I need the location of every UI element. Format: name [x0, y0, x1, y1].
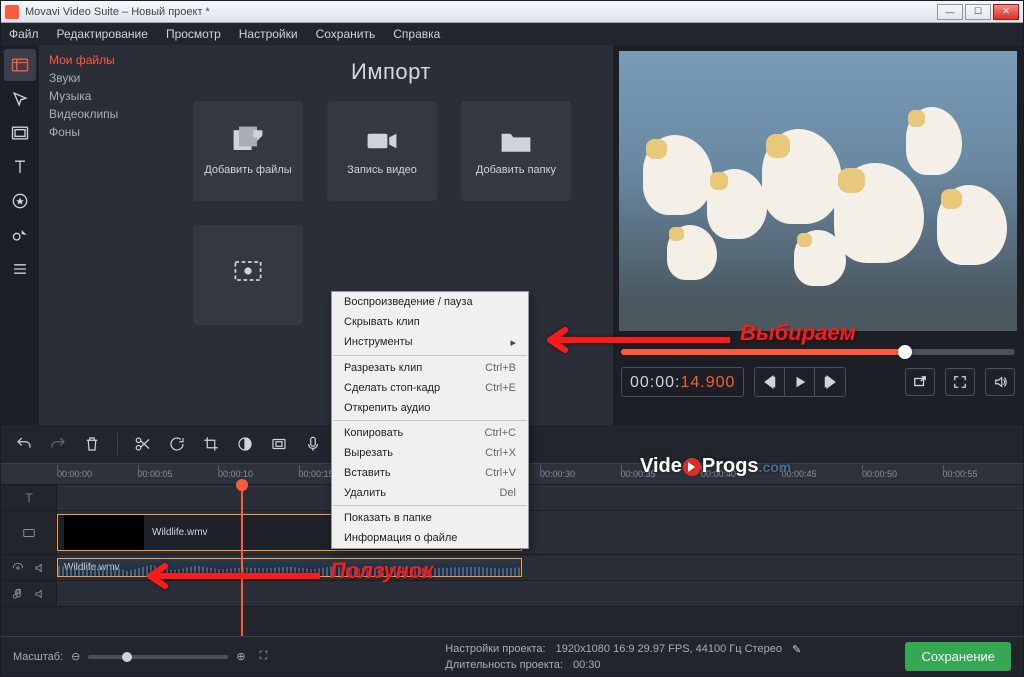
- track-head-audio[interactable]: [1, 581, 57, 606]
- track-head-linkaudio[interactable]: [1, 555, 57, 580]
- import-cat-backgrounds[interactable]: Фоны: [49, 123, 159, 141]
- ctx-detach-audio[interactable]: Открепить аудио: [332, 398, 528, 418]
- projdur-value: 00:30: [573, 659, 601, 671]
- rail-filters[interactable]: [4, 83, 36, 115]
- menubar: Файл Редактирование Просмотр Настройки С…: [1, 23, 1023, 45]
- window-title: Movavi Video Suite – Новый проект *: [25, 6, 210, 18]
- record-vo-button[interactable]: [300, 431, 326, 457]
- wizard-button[interactable]: [266, 431, 292, 457]
- detach-preview-button[interactable]: [905, 368, 935, 396]
- close-button[interactable]: ✕: [993, 4, 1019, 20]
- statusbar: Масштаб: ⊖ ⊕ ⛶ Настройки проекта: 1920x10…: [1, 636, 1023, 676]
- track-head-titles[interactable]: [1, 485, 57, 510]
- play-icon: [683, 458, 701, 476]
- projinfo-value: 1920x1080 16:9 29.97 FPS, 44100 Гц Стере…: [556, 643, 782, 656]
- crop-button[interactable]: [198, 431, 224, 457]
- timecode: 00:00:14.900: [621, 367, 744, 397]
- ctx-copy[interactable]: КопироватьCtrl+C: [332, 423, 528, 443]
- rail-transitions[interactable]: [4, 117, 36, 149]
- menu-view[interactable]: Просмотр: [166, 27, 221, 41]
- preview-viewport[interactable]: [619, 51, 1017, 331]
- undo-button[interactable]: [11, 431, 37, 457]
- fit-icon[interactable]: ⛶: [260, 650, 268, 663]
- menu-edit[interactable]: Редактирование: [57, 27, 148, 41]
- rail-import[interactable]: [4, 49, 36, 81]
- menu-settings[interactable]: Настройки: [239, 27, 298, 41]
- titlebar: Movavi Video Suite – Новый проект * — ☐ …: [1, 1, 1023, 23]
- zoom-out-icon[interactable]: ⊖: [71, 650, 80, 663]
- ctx-play-pause[interactable]: Воспроизведение / пауза: [332, 292, 528, 312]
- rail-titles[interactable]: [4, 151, 36, 183]
- preview-panel: 00:00:14.900: [613, 45, 1023, 425]
- clip-thumb: [64, 515, 144, 550]
- ctx-hide-clip[interactable]: Скрывать клип: [332, 312, 528, 332]
- delete-button[interactable]: [79, 431, 105, 457]
- next-frame-button[interactable]: [815, 368, 845, 396]
- zoom-in-icon[interactable]: ⊕: [236, 650, 245, 663]
- play-button[interactable]: [785, 368, 815, 396]
- split-button[interactable]: [130, 431, 156, 457]
- context-menu: Воспроизведение / пауза Скрывать клип Ин…: [331, 291, 529, 549]
- ctx-show-in-folder[interactable]: Показать в папке: [332, 508, 528, 528]
- fullscreen-button[interactable]: [945, 368, 975, 396]
- tile-label: Добавить файлы: [204, 164, 291, 176]
- projdur-label: Длительность проекта:: [445, 659, 563, 671]
- preview-seekbar[interactable]: [621, 349, 1015, 355]
- clip-name: Wildlife.wmv: [152, 527, 208, 538]
- left-rail: [1, 45, 39, 425]
- playhead[interactable]: [241, 485, 243, 636]
- prev-frame-button[interactable]: [755, 368, 785, 396]
- tile-add-folder[interactable]: Добавить папку: [461, 101, 571, 201]
- audio-clip[interactable]: Wildlife.wmv: [57, 558, 522, 577]
- import-cat-myfiles[interactable]: Мои файлы: [49, 51, 159, 69]
- rail-more[interactable]: [4, 253, 36, 285]
- tile-add-files[interactable]: Добавить файлы: [193, 101, 303, 201]
- zoom-slider[interactable]: [88, 655, 228, 659]
- ctx-split[interactable]: Разрезать клипCtrl+B: [332, 358, 528, 378]
- edit-project-icon[interactable]: ✎: [792, 643, 801, 656]
- export-button[interactable]: Сохранение: [905, 642, 1011, 671]
- menu-file[interactable]: Файл: [9, 27, 39, 41]
- rotate-button[interactable]: [164, 431, 190, 457]
- track-head-video[interactable]: [1, 511, 57, 554]
- projinfo-label: Настройки проекта:: [445, 643, 545, 656]
- tile-label: Добавить папку: [476, 164, 556, 176]
- import-cat-sounds[interactable]: Звуки: [49, 69, 159, 87]
- minimize-button[interactable]: —: [937, 4, 963, 20]
- rail-stickers[interactable]: [4, 185, 36, 217]
- tile-record-screen[interactable]: [193, 225, 303, 325]
- seekbar-fill: [621, 349, 905, 355]
- track-linked-audio: Wildlife.wmv: [1, 555, 1023, 581]
- ctx-delete[interactable]: УдалитьDel: [332, 483, 528, 503]
- ctx-tools[interactable]: Инструменты▸: [332, 332, 528, 353]
- redo-button[interactable]: [45, 431, 71, 457]
- ctx-paste[interactable]: ВставитьCtrl+V: [332, 463, 528, 483]
- rail-callouts[interactable]: [4, 219, 36, 251]
- import-title: Импорт: [169, 45, 613, 93]
- volume-button[interactable]: [985, 368, 1015, 396]
- seekbar-knob[interactable]: [898, 345, 912, 359]
- import-categories: Мои файлы Звуки Музыка Видеоклипы Фоны: [39, 45, 169, 425]
- menu-help[interactable]: Справка: [393, 27, 440, 41]
- tile-record-video[interactable]: Запись видео: [327, 101, 437, 201]
- import-cat-videoclips[interactable]: Видеоклипы: [49, 105, 159, 123]
- maximize-button[interactable]: ☐: [965, 4, 991, 20]
- ctx-freeze-frame[interactable]: Сделать стоп-кадрCtrl+E: [332, 378, 528, 398]
- import-cat-music[interactable]: Музыка: [49, 87, 159, 105]
- ctx-cut[interactable]: ВырезатьCtrl+X: [332, 443, 528, 463]
- menu-save[interactable]: Сохранить: [316, 27, 376, 41]
- track-audio: [1, 581, 1023, 607]
- zoom-label: Масштаб:: [13, 651, 63, 663]
- ctx-file-info[interactable]: Информация о файле: [332, 528, 528, 548]
- watermark-logo: VideProgs.com: [640, 455, 791, 478]
- tile-label: Запись видео: [347, 164, 417, 176]
- color-button[interactable]: [232, 431, 258, 457]
- app-icon: [5, 5, 19, 19]
